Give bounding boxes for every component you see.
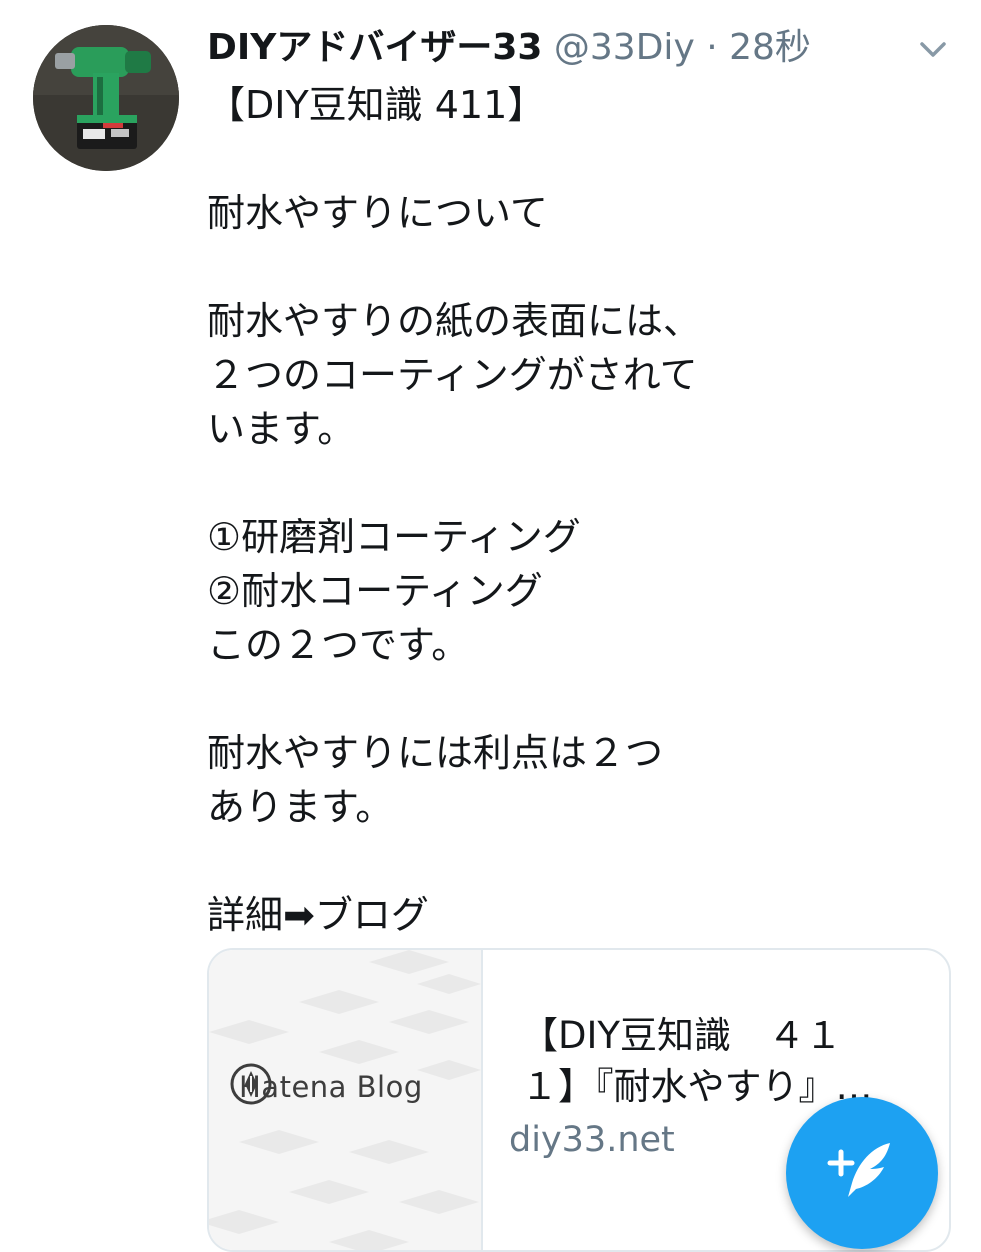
tweet-text-line: ①研磨剤コーティング <box>207 515 581 559</box>
card-title-line: 【DIY豆知識 ４１ <box>521 1014 843 1057</box>
separator: · <box>706 27 718 68</box>
hatena-blog-logo: Hatena Blog <box>229 1062 423 1112</box>
card-domain: diy33.net <box>509 1120 675 1160</box>
avatar[interactable] <box>33 25 179 171</box>
tweet-text: 【DIY豆知識 411】 耐水やすりについて耐水やすりの紙の表面には、 ２つのコーテ… <box>207 78 927 942</box>
author-name[interactable]: DIYアドバイザー33 <box>207 27 542 68</box>
tweet-text-line: あります。 <box>207 785 394 829</box>
tweet-text-line: この２つです。 <box>207 623 470 667</box>
tweet-text-line: ２つのコーティングがされて <box>207 353 698 397</box>
tweet-text-line: 詳細➡ブログ <box>207 893 429 937</box>
tweet-text-line: 耐水やすりについて <box>207 191 548 235</box>
author-handle[interactable]: @33Diy <box>554 27 695 68</box>
tweet-text-line: ②耐水コーティング <box>207 569 543 613</box>
card-thumbnail: Hatena Blog <box>209 950 483 1250</box>
compose-tweet-button[interactable] <box>786 1097 938 1249</box>
chevron-down-icon <box>920 42 946 57</box>
timestamp[interactable]: 28秒 <box>729 27 811 68</box>
tweet-text-line: います。 <box>207 407 356 451</box>
compose-feather-icon <box>827 1143 890 1197</box>
hatena-pen-icon <box>230 1063 272 1105</box>
tweet-text-line: 耐水やすりには利点は２つ <box>207 731 664 775</box>
impact-driver-photo <box>33 25 179 171</box>
tweet-menu-button[interactable] <box>913 30 953 70</box>
tweet-text-line: 【DIY豆知識 411】 <box>207 83 546 127</box>
tweet-text-line: 耐水やすりの紙の表面には、 <box>207 299 702 343</box>
tweet-header: DIYアドバイザー33 @33Diy · 28秒 <box>207 22 811 74</box>
